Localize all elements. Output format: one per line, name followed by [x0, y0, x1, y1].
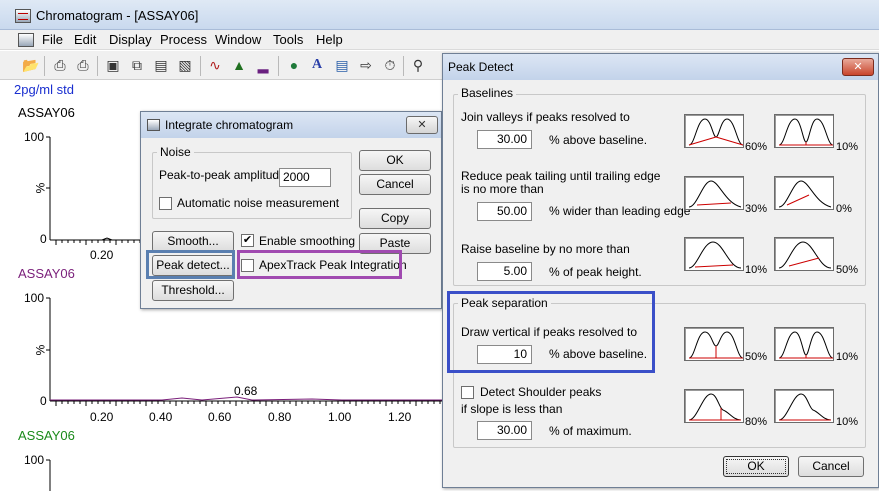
menu-tools[interactable]: Tools: [273, 32, 303, 47]
threshold-button[interactable]: Threshold...: [152, 280, 234, 301]
shoulder-pct-b: 10%: [836, 416, 859, 428]
peak-detect-highlight: [146, 250, 235, 279]
text-icon[interactable]: A: [308, 56, 326, 74]
paste-icon[interactable]: ▧: [176, 56, 194, 74]
peak-detect-cancel-button[interactable]: Cancel: [798, 456, 864, 477]
toolbar-separator: [278, 56, 279, 76]
smooth-button[interactable]: Smooth...: [152, 231, 234, 252]
peak-detect-title: Peak Detect: [448, 60, 514, 74]
app-icon: [15, 9, 31, 23]
shoulder-pct-a: 80%: [745, 416, 768, 428]
noise-group-title: Noise: [157, 145, 194, 159]
camera-icon[interactable]: ▣: [104, 56, 122, 74]
menu-display[interactable]: Display: [109, 32, 152, 47]
print-preview-icon[interactable]: ⎙: [74, 56, 92, 74]
auto-noise-label: Automatic noise measurement: [177, 196, 340, 210]
integrate-dialog-title-bar: Integrate chromatogram ✕: [141, 112, 441, 138]
separation-pct-b: 10%: [836, 351, 859, 363]
peak-to-peak-input[interactable]: 2000: [279, 168, 331, 187]
reduce-tailing-input[interactable]: 50.00: [477, 202, 532, 221]
slope-label: if slope is less than: [461, 402, 563, 416]
spectrum-icon[interactable]: ▂: [254, 56, 272, 74]
tailing-pct-b: 0%: [836, 203, 852, 215]
reduce-tailing-unit: % wider than leading edge: [549, 204, 691, 218]
separation-thumb-a: [684, 327, 744, 361]
export-icon[interactable]: ⇨: [357, 56, 375, 74]
peak-to-peak-label: Peak-to-peak amplitude: [159, 168, 286, 182]
menu-window[interactable]: Window: [215, 32, 261, 47]
apextrack-highlight: [237, 250, 402, 279]
ok-button[interactable]: OK: [359, 150, 431, 171]
detect-shoulder-label: Detect Shoulder peaks: [480, 385, 602, 399]
join-valleys-label: Join valleys if peaks resolved to: [461, 110, 630, 124]
separation-thumb-b: [774, 327, 834, 361]
peak-detect-ok-button[interactable]: OK: [723, 456, 789, 477]
open-icon[interactable]: 📂: [22, 56, 40, 74]
raise-baseline-unit: % of peak height.: [549, 265, 642, 279]
toolbar-separator: [97, 56, 98, 76]
menu-edit[interactable]: Edit: [74, 32, 96, 47]
tailing-thumb-b: [774, 176, 834, 210]
join-valleys-pct-a: 60%: [745, 141, 768, 153]
reduce-tailing-label: Reduce peak tailing until trailing edge: [461, 169, 661, 183]
toolbar-separator: [200, 56, 201, 76]
peak-separation-highlight: [447, 291, 655, 373]
raise-baseline-pct-a: 10%: [745, 264, 768, 276]
layout-icon[interactable]: ▤: [333, 56, 351, 74]
close-icon[interactable]: ✕: [406, 116, 438, 134]
raise-baseline-input[interactable]: 5.00: [477, 262, 532, 281]
menu-bar: File Edit Display Process Window Tools H…: [0, 30, 879, 50]
integrate-dialog-title: Integrate chromatogram: [165, 118, 294, 132]
window-title: Chromatogram - [ASSAY06]: [36, 8, 199, 23]
timer-icon[interactable]: ⏱: [381, 56, 399, 74]
join-valleys-thumb-b: [774, 114, 834, 148]
raise-baseline-thumb-a: [684, 237, 744, 271]
auto-noise-checkbox[interactable]: [159, 197, 172, 210]
copy-list-icon[interactable]: ▤: [152, 56, 170, 74]
zoom-icon[interactable]: ⚲: [409, 56, 427, 74]
raise-baseline-pct-b: 50%: [836, 264, 859, 276]
cancel-button[interactable]: Cancel: [359, 174, 431, 195]
detect-shoulder-checkbox[interactable]: [461, 386, 474, 399]
title-bar: Chromatogram - [ASSAY06]: [0, 0, 879, 30]
shoulder-thumb-a: [684, 389, 744, 423]
menu-process[interactable]: Process: [160, 32, 207, 47]
join-valleys-thumb-a: [684, 114, 744, 148]
integrate-chromatogram-dialog: Integrate chromatogram ✕ Noise Peak-to-p…: [140, 111, 442, 309]
enable-smoothing-label: Enable smoothing: [259, 234, 356, 248]
document-icon[interactable]: [18, 33, 34, 47]
join-valleys-unit: % above baseline.: [549, 133, 648, 147]
enable-smoothing-checkbox[interactable]: ✔: [241, 234, 254, 247]
raise-baseline-thumb-b: [774, 237, 834, 271]
join-valleys-input[interactable]: 30.00: [477, 130, 532, 149]
globe-icon[interactable]: ●: [285, 56, 303, 74]
menu-help[interactable]: Help: [316, 32, 343, 47]
raise-baseline-label: Raise baseline by no more than: [461, 242, 630, 256]
print-icon[interactable]: ⎙: [51, 56, 69, 74]
shoulder-thumb-b: [774, 389, 834, 423]
toolbar-separator: [44, 56, 45, 76]
close-icon[interactable]: ✕: [842, 58, 874, 76]
copy-button[interactable]: Copy: [359, 208, 431, 229]
peak-detect-title-bar: Peak Detect ✕: [443, 54, 878, 80]
separation-pct-a: 50%: [745, 351, 768, 363]
baselines-group-title: Baselines: [458, 86, 517, 100]
copy-icon[interactable]: ⧉: [128, 56, 146, 74]
chromatogram-window: Chromatogram - [ASSAY06] File Edit Displ…: [0, 0, 879, 491]
peaks-icon[interactable]: ▲: [230, 56, 248, 74]
reduce-tailing-label-2: is no more than: [461, 182, 544, 196]
dialog-icon: [147, 119, 160, 131]
tailing-thumb-a: [684, 176, 744, 210]
peak-detect-dialog: Peak Detect ✕ Baselines Join valleys if …: [442, 53, 879, 488]
toolbar-separator: [403, 56, 404, 76]
join-valleys-pct-b: 10%: [836, 141, 859, 153]
slope-unit: % of maximum.: [549, 424, 632, 438]
chromatogram-icon[interactable]: ∿: [206, 56, 224, 74]
tailing-pct-a: 30%: [745, 203, 768, 215]
slope-input[interactable]: 30.00: [477, 421, 532, 440]
menu-file[interactable]: File: [42, 32, 63, 47]
